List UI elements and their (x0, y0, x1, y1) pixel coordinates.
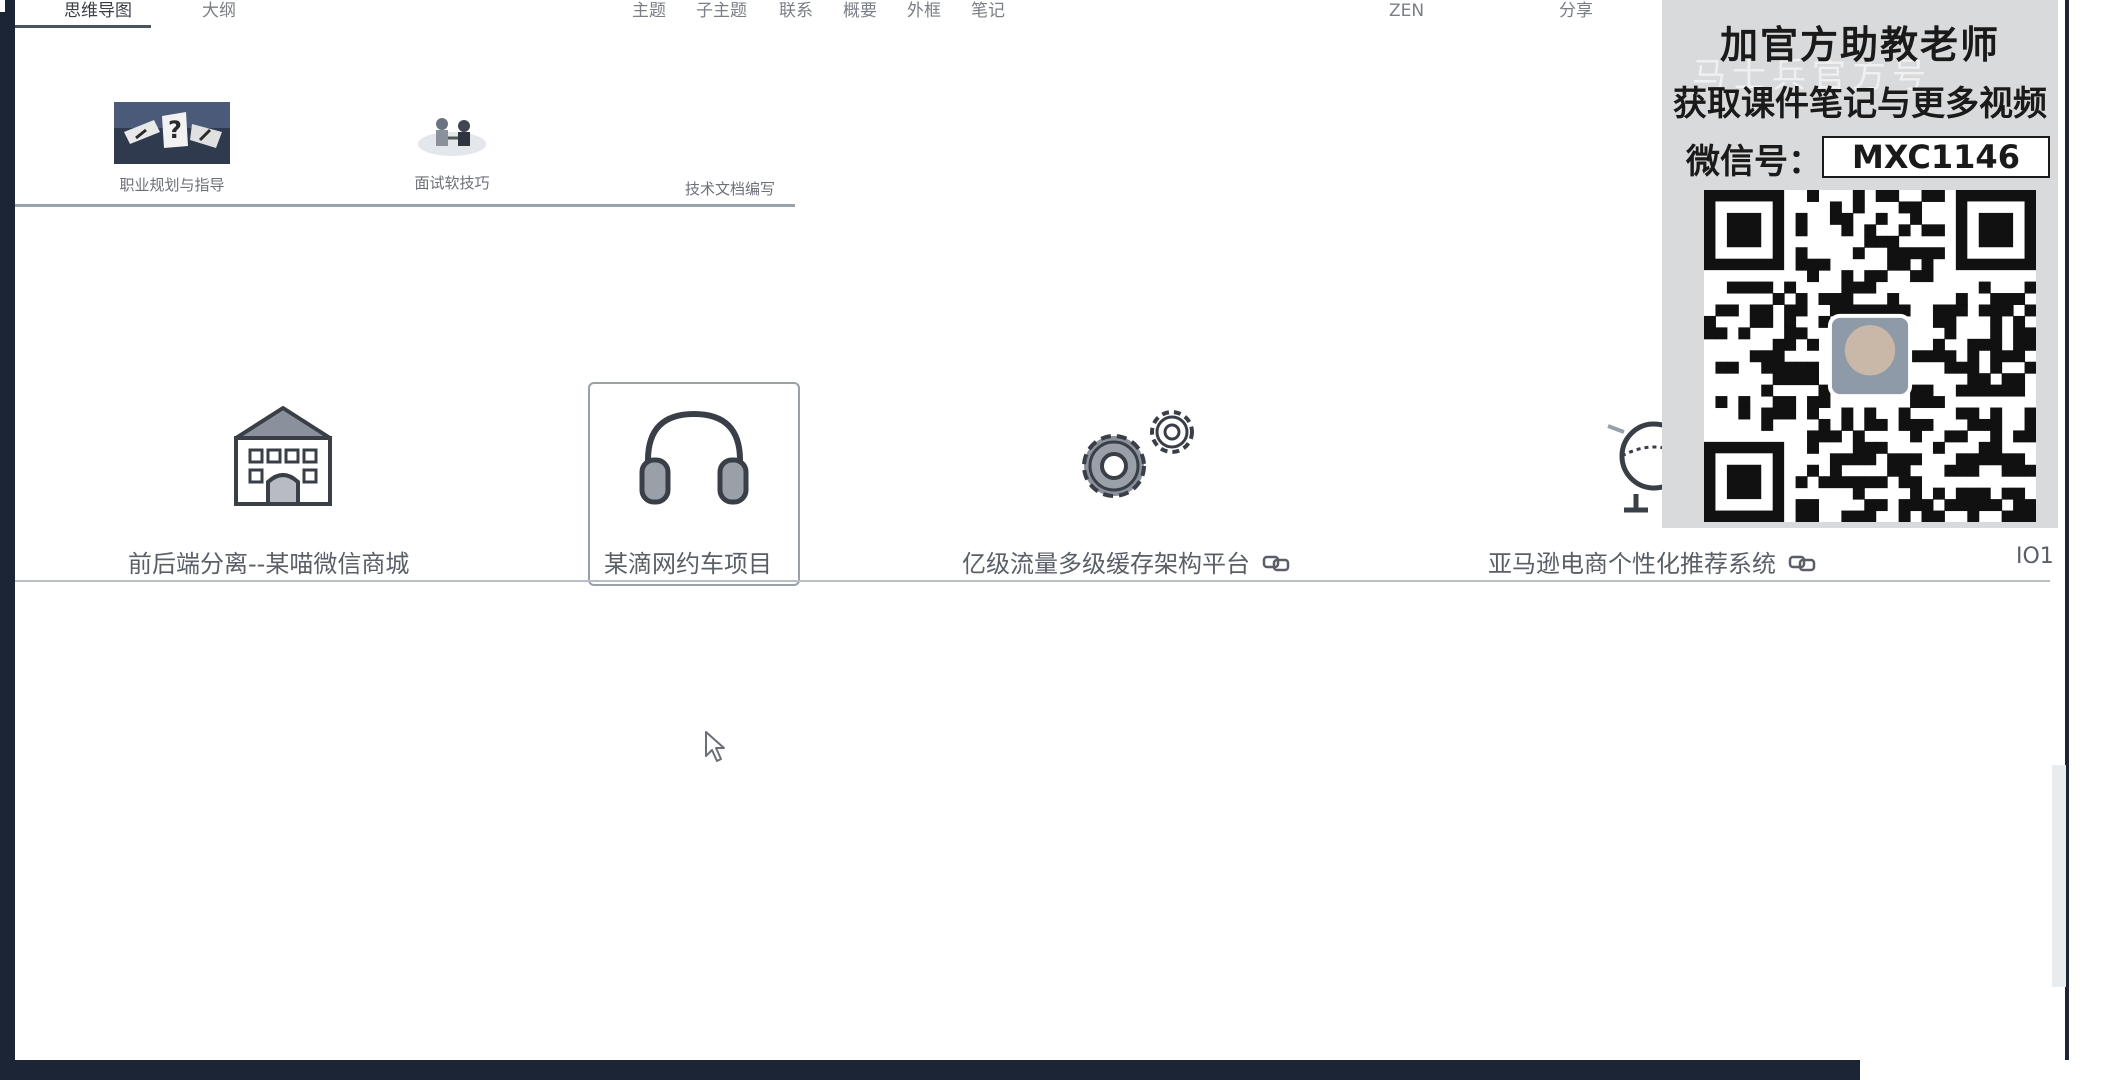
node-career-planning[interactable]: ? 职业规划与指导 (110, 102, 234, 195)
gears-icon (1072, 404, 1202, 508)
tab-outline[interactable]: 大纲 (202, 0, 236, 22)
wechat-label: 微信号： (1686, 142, 1822, 182)
toolbar: 思维导图 大纲 主题 子主题 联系 概要 外框 笔记 ZEN 分享 (15, 0, 1665, 28)
tab-mindmap[interactable]: 思维导图 (64, 0, 132, 22)
link-icon[interactable] (1262, 551, 1290, 579)
node-tech-docs[interactable]: 技术文档编写 (668, 178, 792, 199)
node-label: 职业规划与指导 (119, 176, 225, 194)
branch-line (15, 204, 795, 207)
zen-button[interactable]: ZEN (1389, 0, 1424, 22)
wechat-id: MXC1146 (1822, 136, 2050, 178)
node-label: IO1 (2016, 544, 2054, 569)
node-label: 面试软技巧 (414, 174, 490, 192)
mouse-cursor-icon (705, 731, 725, 762)
node-interview-skills[interactable]: 面试软技巧 (400, 104, 504, 193)
link-icon[interactable] (1788, 551, 1816, 579)
notes-button[interactable]: 笔记 (971, 0, 1005, 22)
boundary-button[interactable]: 外框 (907, 0, 941, 22)
share-button[interactable]: 分享 (1559, 0, 1593, 22)
node-label: 亿级流量多级缓存架构平台 (962, 544, 1290, 579)
svg-text:?: ? (168, 116, 182, 144)
building-icon (228, 404, 338, 514)
right-frame (2065, 0, 2108, 1080)
left-frame (0, 0, 15, 1080)
handshake-illustration (418, 118, 486, 156)
topic-button[interactable]: 主题 (632, 0, 666, 22)
active-tab-indicator (15, 25, 151, 28)
node-label: 亚马逊电商个性化推荐系统 (1488, 544, 1816, 579)
relationship-button[interactable]: 联系 (779, 0, 813, 22)
node-label: 前后端分离--某喵微信商城 (128, 550, 410, 578)
promo-subtitle: 获取课件笔记与更多视频 (1673, 84, 2047, 124)
promo-overlay: 马士兵官方号 加官方助教老师 获取课件笔记与更多视频 微信号： MXC1146 (1662, 0, 2058, 528)
vertical-scrollbar[interactable] (2052, 765, 2066, 987)
bottom-strip (1860, 1060, 2108, 1080)
globe-icon (1606, 418, 1689, 518)
node-label: 某滴网约车项目 (604, 550, 772, 578)
node-label: 技术文档编写 (684, 180, 775, 198)
qr-code-image (1704, 190, 2037, 523)
headphones-icon (636, 408, 752, 508)
branch-line (15, 580, 2050, 582)
corner-mark (0, 0, 5, 12)
promo-title: 加官方助教老师 (1719, 23, 2000, 67)
subtopic-button[interactable]: 子主题 (696, 0, 747, 22)
summary-button[interactable]: 概要 (843, 0, 877, 22)
direction-signs-image: ? (114, 102, 230, 164)
